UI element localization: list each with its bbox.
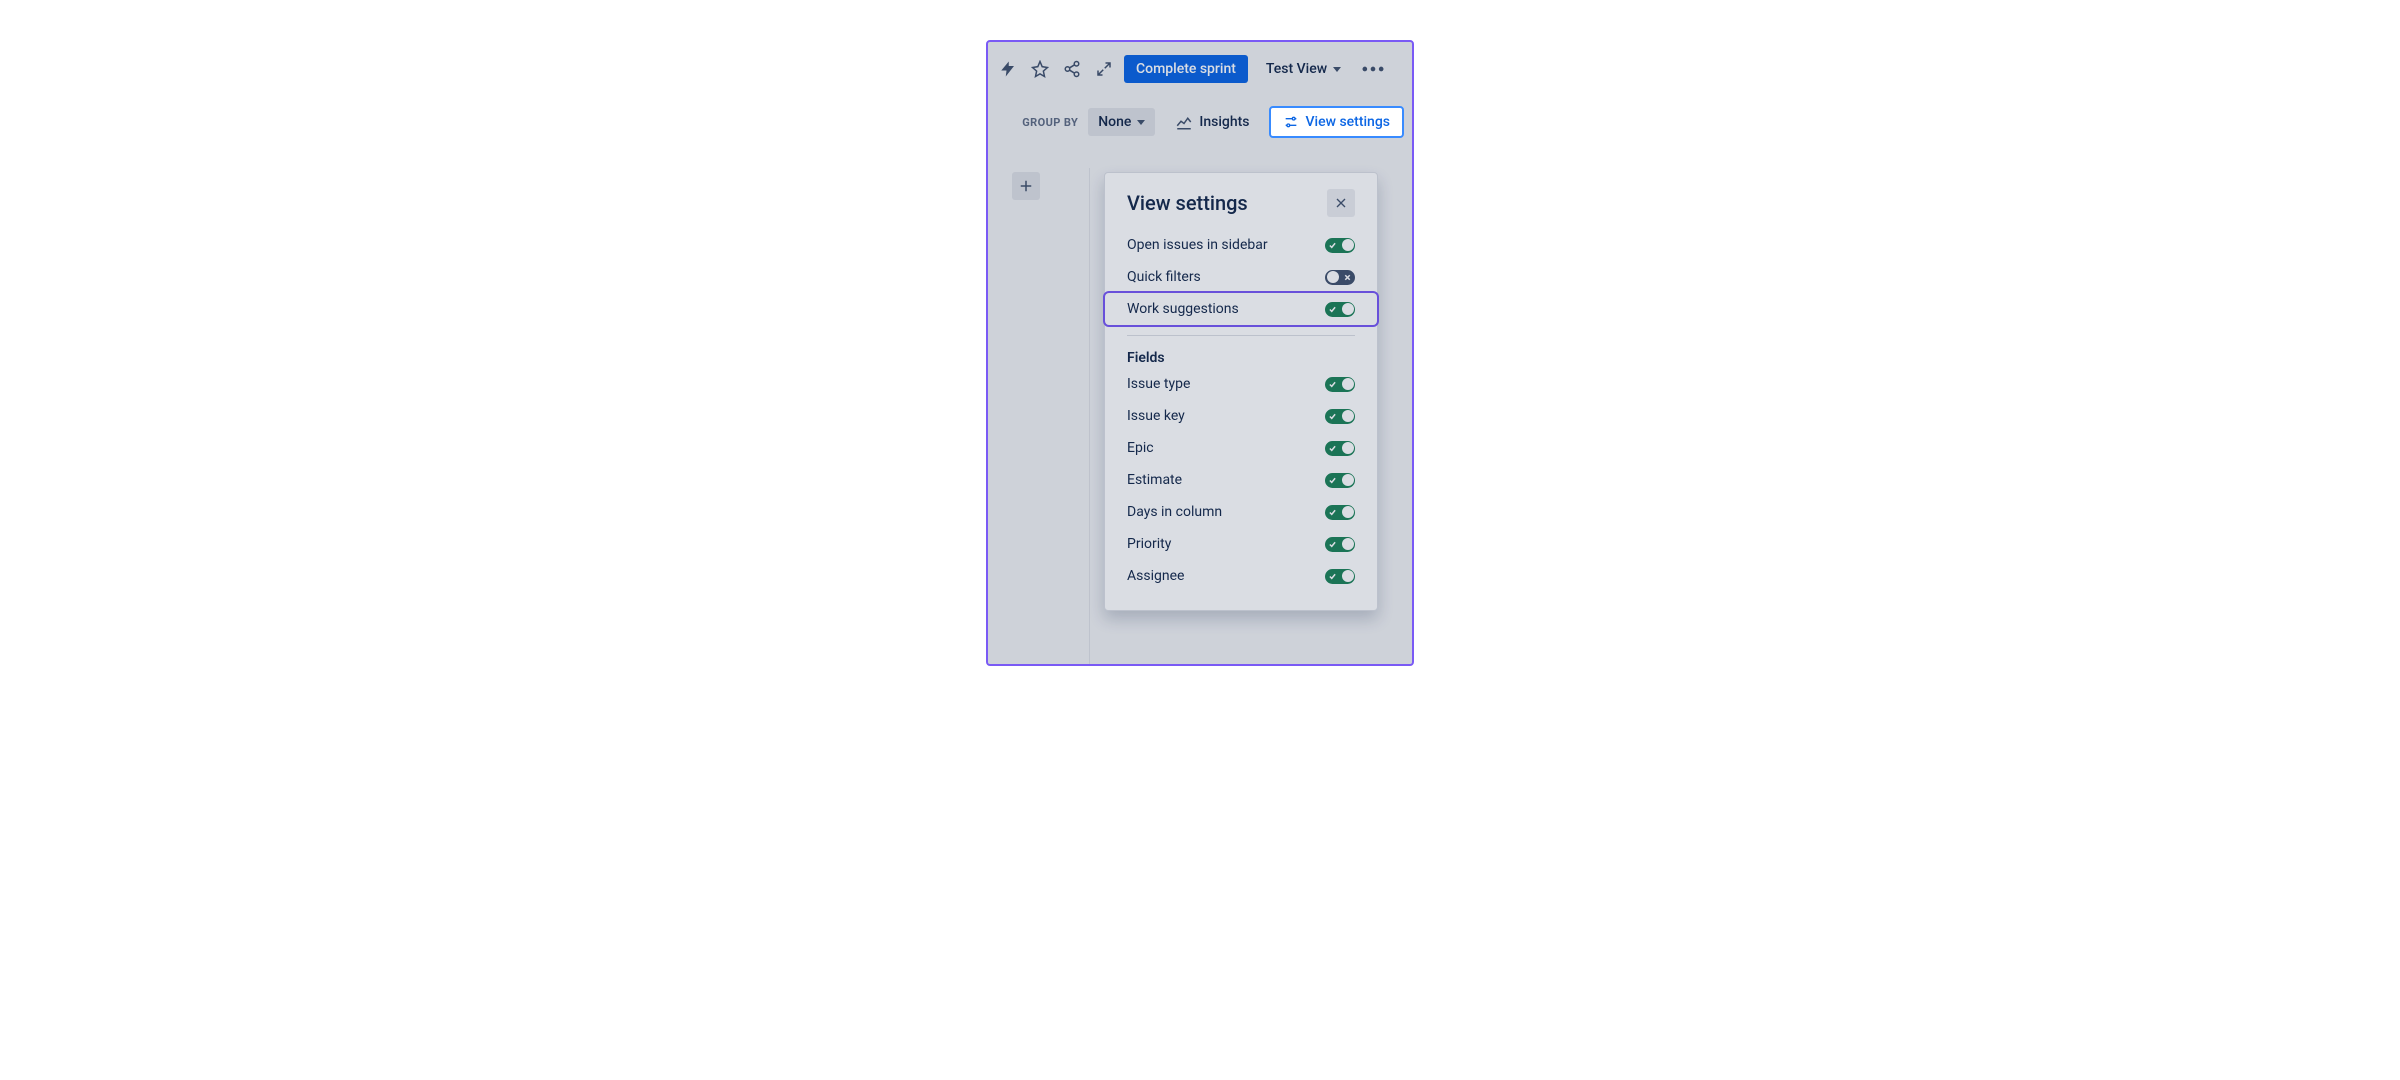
- expand-icon[interactable]: [1092, 57, 1116, 81]
- setting-label: Open issues in sidebar: [1127, 237, 1268, 253]
- check-icon: [1328, 540, 1337, 549]
- setting-label: Epic: [1127, 440, 1154, 456]
- setting-label: Quick filters: [1127, 269, 1201, 285]
- automation-icon[interactable]: [996, 57, 1020, 81]
- fields-section-label: Fields: [1105, 346, 1377, 368]
- check-icon: [1328, 444, 1337, 453]
- complete-sprint-button[interactable]: Complete sprint: [1124, 55, 1248, 83]
- group-by-value: None: [1098, 114, 1131, 130]
- test-view-label: Test View: [1266, 61, 1327, 77]
- setting-label: Assignee: [1127, 568, 1184, 584]
- setting-row: Assignee: [1105, 560, 1377, 592]
- check-icon: [1328, 508, 1337, 517]
- toggle-switch[interactable]: [1325, 441, 1355, 456]
- toggle-switch[interactable]: [1325, 238, 1355, 253]
- check-icon: [1328, 305, 1337, 314]
- share-icon[interactable]: [1060, 57, 1084, 81]
- chevron-down-icon: [1333, 67, 1341, 72]
- view-settings-button[interactable]: View settings: [1269, 106, 1404, 138]
- close-panel-button[interactable]: [1327, 189, 1355, 217]
- setting-label: Issue key: [1127, 408, 1185, 424]
- panel-title: View settings: [1127, 191, 1248, 215]
- top-toolbar: Complete sprint Test View: [996, 54, 1404, 84]
- sliders-icon: [1283, 114, 1299, 130]
- star-icon[interactable]: [1028, 57, 1052, 81]
- check-icon: [1328, 412, 1337, 421]
- setting-label: Work suggestions: [1127, 301, 1239, 317]
- add-column-button[interactable]: [1012, 172, 1040, 200]
- check-icon: [1328, 572, 1337, 581]
- toggle-switch[interactable]: [1325, 505, 1355, 520]
- chart-icon: [1175, 113, 1193, 131]
- setting-row: Work suggestions: [1105, 293, 1377, 325]
- test-view-dropdown[interactable]: Test View: [1256, 55, 1351, 83]
- cross-icon: [1343, 273, 1352, 282]
- check-icon: [1328, 241, 1337, 250]
- setting-row: Days in column: [1105, 496, 1377, 528]
- setting-label: Estimate: [1127, 472, 1182, 488]
- toggle-switch[interactable]: [1325, 537, 1355, 552]
- toggle-switch[interactable]: [1325, 302, 1355, 317]
- column-edge: [1070, 168, 1090, 664]
- setting-row: Issue type: [1105, 368, 1377, 400]
- setting-label: Issue type: [1127, 376, 1190, 392]
- group-by-label: GROUP BY: [1022, 116, 1078, 129]
- settings-rows: Open issues in sidebar Quick filters Work …: [1105, 229, 1377, 325]
- setting-row: Priority: [1105, 528, 1377, 560]
- board-frame: Complete sprint Test View GROUP BY None …: [986, 40, 1414, 666]
- toggle-switch[interactable]: [1325, 409, 1355, 424]
- toggle-switch[interactable]: [1325, 270, 1355, 285]
- check-icon: [1328, 476, 1337, 485]
- chevron-down-icon: [1137, 120, 1145, 125]
- toggle-switch[interactable]: [1325, 569, 1355, 584]
- close-icon: [1333, 195, 1349, 211]
- setting-row: Estimate: [1105, 464, 1377, 496]
- view-settings-panel: View settings Open issues in sidebar Quic…: [1104, 172, 1378, 611]
- panel-header: View settings: [1105, 189, 1377, 229]
- group-by-dropdown[interactable]: None: [1088, 108, 1155, 136]
- plus-icon: [1017, 177, 1035, 195]
- more-menu-button[interactable]: [1359, 55, 1387, 83]
- setting-label: Priority: [1127, 536, 1171, 552]
- insights-label: Insights: [1199, 114, 1249, 130]
- setting-label: Days in column: [1127, 504, 1222, 520]
- check-icon: [1328, 380, 1337, 389]
- toggle-switch[interactable]: [1325, 377, 1355, 392]
- section-divider: [1127, 335, 1355, 336]
- fields-rows: Issue type Issue key Epic Estimate Days in c…: [1105, 368, 1377, 592]
- setting-row: Quick filters: [1105, 261, 1377, 293]
- view-settings-label: View settings: [1305, 114, 1390, 130]
- toggle-switch[interactable]: [1325, 473, 1355, 488]
- setting-row: Open issues in sidebar: [1105, 229, 1377, 261]
- setting-row: Epic: [1105, 432, 1377, 464]
- insights-button[interactable]: Insights: [1165, 107, 1259, 137]
- setting-row: Issue key: [1105, 400, 1377, 432]
- sub-toolbar: GROUP BY None Insights View settings: [1022, 106, 1404, 138]
